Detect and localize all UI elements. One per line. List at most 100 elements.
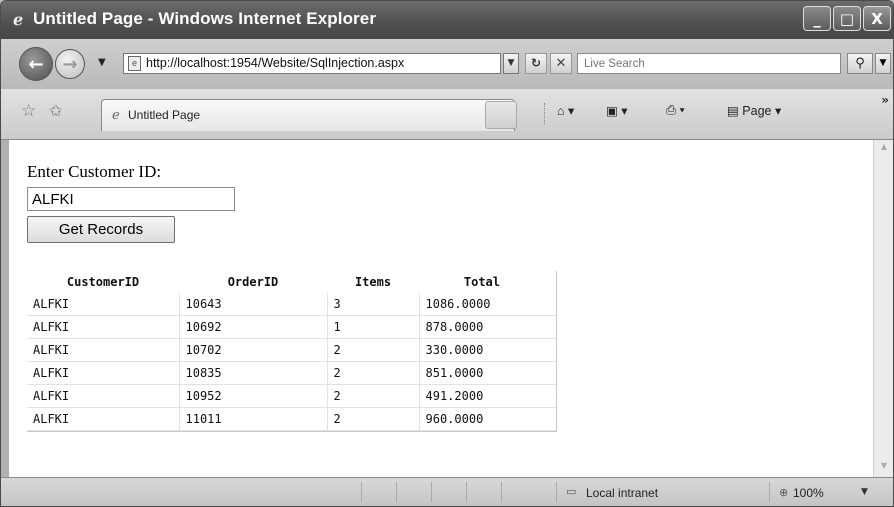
favorites-star-icon[interactable]: ☆ bbox=[21, 101, 36, 121]
vertical-scrollbar[interactable]: ▲ ▼ bbox=[873, 140, 893, 477]
printer-icon: ⎙ bbox=[666, 103, 677, 117]
forward-button[interactable]: → bbox=[55, 49, 85, 79]
table-cell: 10835 bbox=[179, 361, 328, 385]
tab-command-bar: ☆ ✩ ℯ Untitled Page ⌂ ▾ ▣ ▾ ⎙ ▾ ▤ Page ▾… bbox=[1, 89, 893, 140]
page-content: Enter Customer ID: Get Records CustomerI… bbox=[9, 140, 873, 477]
search-options-dropdown[interactable]: ▼ bbox=[875, 53, 891, 74]
page-menu-label: Page bbox=[742, 104, 772, 118]
orders-grid: CustomerID OrderID Items Total ALFKI 106… bbox=[27, 271, 557, 432]
recent-pages-dropdown[interactable]: ▼ bbox=[98, 57, 106, 68]
table-cell: 10692 bbox=[179, 315, 328, 339]
intranet-zone-icon: ▭ bbox=[566, 485, 577, 498]
home-button[interactable]: ⌂ ▾ bbox=[557, 103, 574, 118]
ie-logo-icon: ℯ bbox=[13, 10, 24, 29]
scroll-up-icon[interactable]: ▲ bbox=[877, 142, 891, 156]
print-button[interactable]: ⎙ ▾ bbox=[666, 103, 685, 118]
content-left-border bbox=[1, 140, 9, 477]
feeds-button[interactable]: ▣ ▾ bbox=[606, 103, 628, 118]
table-cell: 2 bbox=[327, 407, 420, 431]
status-divider bbox=[396, 482, 397, 502]
rss-feed-icon: ▣ bbox=[606, 104, 618, 118]
zoom-dropdown-icon[interactable]: ▼ bbox=[861, 487, 868, 497]
table-cell: 2 bbox=[327, 338, 420, 362]
window-title: Untitled Page - Windows Internet Explore… bbox=[33, 9, 377, 28]
status-divider bbox=[361, 482, 362, 502]
table-row: ALFKI 10643 3 1086.0000 bbox=[27, 293, 556, 316]
page-menu-icon: ▤ bbox=[727, 104, 739, 118]
address-dropdown-button[interactable]: ▼ bbox=[503, 53, 519, 74]
column-header: OrderID bbox=[227, 275, 279, 289]
table-row: ALFKI 11011 2 960.0000 bbox=[27, 407, 556, 431]
table-cell: ALFKI bbox=[27, 338, 180, 362]
grid-header-row: CustomerID OrderID Items Total bbox=[27, 271, 556, 293]
table-cell: ALFKI bbox=[27, 407, 180, 431]
back-button[interactable]: ← bbox=[19, 47, 53, 81]
table-cell: 491.2000 bbox=[419, 384, 556, 408]
maximize-button[interactable]: □ bbox=[833, 6, 861, 31]
status-divider bbox=[466, 482, 467, 502]
address-url: http://localhost:1954/Website/SqlInjecti… bbox=[146, 56, 405, 70]
table-cell: 11011 bbox=[179, 407, 328, 431]
status-divider bbox=[431, 482, 432, 502]
minimize-button[interactable]: _ bbox=[803, 6, 831, 31]
status-divider bbox=[501, 482, 502, 502]
toolbar-separator bbox=[544, 103, 547, 125]
table-cell: 10702 bbox=[179, 338, 328, 362]
stop-button[interactable]: ✕ bbox=[550, 53, 572, 74]
new-tab-button[interactable] bbox=[485, 101, 517, 129]
status-bar: ▭ Local intranet ⊕ 100% ▼ bbox=[1, 477, 893, 506]
customer-id-label: Enter Customer ID: bbox=[27, 162, 162, 181]
navigation-bar: ← → ▼ e http://localhost:1954/Website/Sq… bbox=[1, 39, 893, 89]
table-row: ALFKI 10835 2 851.0000 bbox=[27, 361, 556, 385]
table-cell: ALFKI bbox=[27, 315, 180, 339]
table-cell: 330.0000 bbox=[419, 338, 556, 362]
address-bar[interactable]: e http://localhost:1954/Website/SqlInjec… bbox=[123, 53, 501, 74]
customer-id-input[interactable] bbox=[27, 187, 235, 211]
tab-untitled-page[interactable]: ℯ Untitled Page bbox=[101, 99, 515, 131]
column-header: Items bbox=[354, 275, 392, 289]
column-header: CustomerID bbox=[66, 275, 140, 289]
table-cell: 960.0000 bbox=[419, 407, 556, 431]
column-header: Total bbox=[463, 275, 500, 289]
more-commands-chevron-icon[interactable]: » bbox=[881, 93, 889, 107]
table-cell: 878.0000 bbox=[419, 315, 556, 339]
magnifier-icon: ⚲ bbox=[855, 56, 865, 71]
refresh-button[interactable]: ↻ bbox=[525, 53, 547, 74]
table-cell: 10952 bbox=[179, 384, 328, 408]
forward-arrow-icon: → bbox=[62, 53, 78, 75]
browser-window: ℯ Untitled Page - Windows Internet Explo… bbox=[0, 0, 894, 507]
table-cell: 2 bbox=[327, 384, 420, 408]
search-button[interactable]: ⚲ bbox=[847, 53, 873, 74]
status-divider bbox=[769, 482, 770, 502]
add-favorites-icon[interactable]: ✩ bbox=[49, 101, 62, 120]
table-cell: 1086.0000 bbox=[419, 293, 556, 316]
table-cell: ALFKI bbox=[27, 361, 180, 385]
refresh-icon: ↻ bbox=[530, 56, 542, 70]
stop-icon: ✕ bbox=[555, 56, 567, 71]
table-cell: ALFKI bbox=[27, 293, 180, 316]
back-arrow-icon: ← bbox=[28, 53, 44, 75]
window-controls: _ □ X bbox=[803, 6, 891, 31]
zoom-level[interactable]: 100% bbox=[793, 486, 824, 500]
get-records-button[interactable]: Get Records bbox=[27, 216, 175, 243]
table-cell: 2 bbox=[327, 361, 420, 385]
ie-page-icon: ℯ bbox=[112, 108, 120, 123]
security-zone: Local intranet bbox=[586, 486, 659, 500]
table-cell: 3 bbox=[327, 293, 420, 316]
close-button[interactable]: X bbox=[863, 6, 891, 31]
table-cell: 1 bbox=[327, 315, 420, 339]
table-cell: 10643 bbox=[179, 293, 328, 316]
table-cell: ALFKI bbox=[27, 384, 180, 408]
page-menu-button[interactable]: ▤ Page ▾ bbox=[727, 103, 781, 118]
scroll-down-icon[interactable]: ▼ bbox=[877, 461, 891, 475]
tab-label: Untitled Page bbox=[128, 108, 201, 122]
table-row: ALFKI 10952 2 491.2000 bbox=[27, 384, 556, 408]
table-row: ALFKI 10692 1 878.0000 bbox=[27, 315, 556, 339]
home-icon: ⌂ bbox=[557, 104, 565, 118]
search-input[interactable] bbox=[577, 53, 841, 74]
table-cell: 851.0000 bbox=[419, 361, 556, 385]
status-divider bbox=[556, 482, 557, 502]
title-bar: ℯ Untitled Page - Windows Internet Explo… bbox=[1, 1, 893, 39]
table-row: ALFKI 10702 2 330.0000 bbox=[27, 338, 556, 362]
page-icon: e bbox=[128, 56, 141, 71]
